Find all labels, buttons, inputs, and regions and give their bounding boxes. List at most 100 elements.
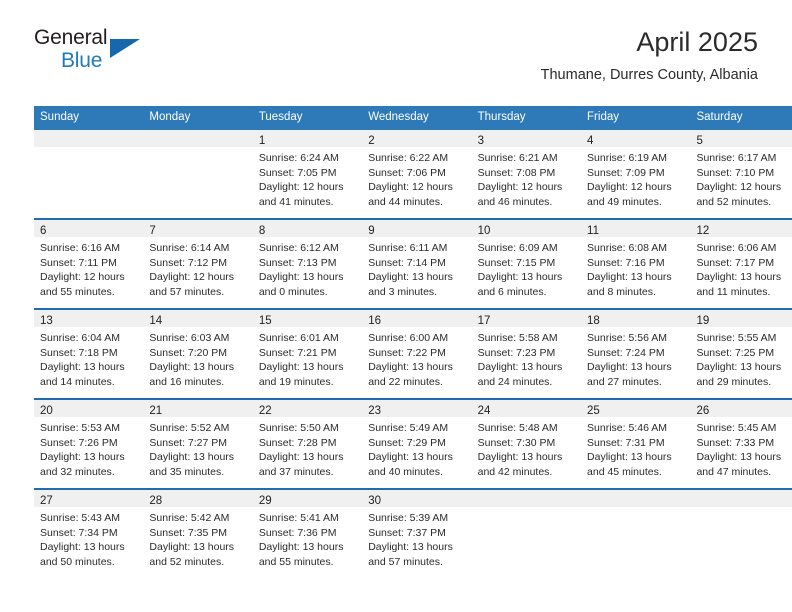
sunrise-text: Sunrise: 5:50 AM: [258, 422, 339, 434]
daylight-text: Daylight: 13 hours: [477, 271, 563, 284]
sunrise-text: Sunrise: 6:17 AM: [696, 152, 777, 164]
calendar-day-cell[interactable]: 30 Sunrise: 5:39 AM Sunset: 7:37 PM Dayligh…: [362, 488, 472, 578]
daylight-text-cont: and 16 minutes.: [149, 375, 225, 388]
calendar-day-cell[interactable]: 12 Sunrise: 6:06 AM Sunset: 7:17 PM Dayligh…: [690, 218, 792, 309]
sunset-text: Sunset: 7:10 PM: [696, 166, 775, 179]
day-number: 23: [368, 405, 382, 417]
day-number-band: [143, 130, 253, 147]
calendar-day-cell: [143, 130, 253, 219]
calendar-day-cell[interactable]: 19 Sunrise: 5:55 AM Sunset: 7:25 PM Dayligh…: [690, 308, 792, 399]
sunset-text: Sunset: 7:33 PM: [696, 436, 775, 449]
day-number: 20: [40, 405, 53, 417]
day-number-band: 7: [143, 220, 253, 237]
sunrise-text: Sunrise: 6:11 AM: [368, 242, 448, 254]
calendar-day-cell[interactable]: 18 Sunrise: 5:56 AM Sunset: 7:24 PM Dayligh…: [581, 308, 691, 399]
calendar-day-cell[interactable]: 1 Sunrise: 6:24 AM Sunset: 7:05 PM Daylight…: [252, 130, 363, 219]
sunset-text: Sunset: 7:11 PM: [40, 256, 117, 269]
daylight-text-cont: and 52 minutes.: [149, 555, 225, 568]
day-number-band: 15: [252, 310, 363, 327]
day-number-band: 8: [252, 220, 363, 237]
day-cell-inner: 20 Sunrise: 5:53 AM Sunset: 7:26 PM Dayligh…: [34, 400, 144, 488]
daylight-text: Daylight: 13 hours: [258, 361, 344, 374]
day-cell-inner: 15 Sunrise: 6:01 AM Sunset: 7:21 PM Dayligh…: [252, 310, 363, 398]
sunrise-text: Sunrise: 5:48 AM: [477, 422, 558, 434]
day-cell-inner: 16 Sunrise: 6:00 AM Sunset: 7:22 PM Dayligh…: [362, 310, 472, 398]
calendar-week-row: 13 Sunrise: 6:04 AM Sunset: 7:18 PM Dayligh…: [34, 308, 792, 399]
weekday-header-tuesday: Tuesday: [252, 106, 363, 130]
calendar-day-cell[interactable]: 23 Sunrise: 5:49 AM Sunset: 7:29 PM Dayligh…: [362, 398, 472, 489]
sunset-text: Sunset: 7:27 PM: [149, 436, 228, 449]
calendar-day-cell[interactable]: 7 Sunrise: 6:14 AM Sunset: 7:12 PM Daylight…: [143, 218, 253, 309]
sunrise-text: Sunrise: 6:04 AM: [40, 332, 120, 344]
calendar-day-cell[interactable]: 25 Sunrise: 5:46 AM Sunset: 7:31 PM Dayligh…: [581, 398, 691, 489]
daylight-text-cont: and 29 minutes.: [696, 375, 772, 388]
calendar-day-cell[interactable]: 5 Sunrise: 6:17 AM Sunset: 7:10 PM Daylight…: [690, 130, 792, 219]
sunset-text: Sunset: 7:22 PM: [368, 346, 446, 359]
daylight-text-cont: and 55 minutes.: [258, 555, 334, 568]
calendar-day-cell[interactable]: 29 Sunrise: 5:41 AM Sunset: 7:36 PM Dayligh…: [252, 488, 363, 578]
daylight-text: Daylight: 12 hours: [368, 181, 453, 194]
day-number-band: 17: [471, 310, 582, 327]
calendar-page: General Blue April 2025 Thumane, Durres …: [0, 0, 792, 612]
day-cell-inner: 21 Sunrise: 5:52 AM Sunset: 7:27 PM Dayligh…: [143, 400, 253, 488]
calendar-day-cell[interactable]: 11 Sunrise: 6:08 AM Sunset: 7:16 PM Dayligh…: [581, 218, 691, 309]
day-cell-inner: 28 Sunrise: 5:42 AM Sunset: 7:35 PM Dayligh…: [143, 490, 253, 578]
day-number: 24: [477, 405, 491, 417]
day-number: 18: [587, 315, 600, 327]
calendar-day-cell[interactable]: 3 Sunrise: 6:21 AM Sunset: 7:08 PM Daylight…: [471, 130, 582, 219]
day-details: Sunrise: 6:21 AM Sunset: 7:08 PM Daylight:…: [472, 147, 581, 209]
sunrise-text: Sunrise: 6:14 AM: [149, 242, 230, 254]
calendar-week-row: 1 Sunrise: 6:24 AM Sunset: 7:05 PM Daylight…: [34, 130, 792, 219]
calendar-day-cell[interactable]: 2 Sunrise: 6:22 AM Sunset: 7:06 PM Daylight…: [362, 130, 472, 219]
sunset-text: Sunset: 7:31 PM: [587, 436, 665, 449]
day-number: 10: [477, 225, 491, 237]
calendar-day-cell[interactable]: 13 Sunrise: 6:04 AM Sunset: 7:18 PM Dayligh…: [34, 308, 144, 399]
calendar-day-cell[interactable]: 15 Sunrise: 6:01 AM Sunset: 7:21 PM Dayligh…: [252, 308, 363, 399]
day-details: Sunrise: 5:42 AM Sunset: 7:35 PM Daylight:…: [143, 507, 252, 569]
calendar-day-cell[interactable]: 26 Sunrise: 5:45 AM Sunset: 7:33 PM Dayligh…: [690, 398, 792, 489]
day-number-band: 10: [471, 220, 582, 237]
daylight-text: Daylight: 13 hours: [587, 361, 672, 374]
daylight-text-cont: and 40 minutes.: [368, 465, 443, 478]
day-details: Sunrise: 5:41 AM Sunset: 7:36 PM Daylight:…: [253, 507, 362, 569]
calendar-grid: Sunday Monday Tuesday Wednesday Thursday…: [34, 106, 792, 578]
sunset-text: Sunset: 7:37 PM: [368, 526, 446, 539]
day-cell-inner: 25 Sunrise: 5:46 AM Sunset: 7:31 PM Dayligh…: [581, 400, 691, 488]
calendar-day-cell[interactable]: 24 Sunrise: 5:48 AM Sunset: 7:30 PM Dayligh…: [471, 398, 582, 489]
logo-text-general: General: [34, 26, 108, 49]
day-number-band: [581, 490, 691, 507]
day-cell-inner: 9 Sunrise: 6:11 AM Sunset: 7:14 PM Daylight…: [362, 220, 472, 308]
daylight-text-cont: and 6 minutes.: [477, 285, 547, 298]
calendar-day-cell[interactable]: 16 Sunrise: 6:00 AM Sunset: 7:22 PM Dayligh…: [362, 308, 472, 399]
calendar-day-cell[interactable]: 17 Sunrise: 5:58 AM Sunset: 7:23 PM Dayligh…: [471, 308, 582, 399]
sunrise-text: Sunrise: 5:52 AM: [149, 422, 230, 434]
day-details: Sunrise: 6:24 AM Sunset: 7:05 PM Daylight:…: [253, 147, 362, 209]
sunrise-text: Sunrise: 6:16 AM: [40, 242, 120, 254]
calendar-day-cell[interactable]: 14 Sunrise: 6:03 AM Sunset: 7:20 PM Dayligh…: [143, 308, 253, 399]
calendar-day-cell[interactable]: 6 Sunrise: 6:16 AM Sunset: 7:11 PM Daylight…: [34, 218, 144, 309]
calendar-day-cell[interactable]: 4 Sunrise: 6:19 AM Sunset: 7:09 PM Daylight…: [581, 130, 691, 219]
calendar-day-cell[interactable]: 10 Sunrise: 6:09 AM Sunset: 7:15 PM Dayligh…: [471, 218, 582, 309]
day-details: Sunrise: 5:43 AM Sunset: 7:34 PM Daylight:…: [34, 507, 143, 569]
day-number-band: [690, 490, 792, 507]
calendar-day-cell[interactable]: 8 Sunrise: 6:12 AM Sunset: 7:13 PM Daylight…: [252, 218, 363, 309]
sunrise-text: Sunrise: 6:06 AM: [696, 242, 777, 254]
daylight-text: Daylight: 13 hours: [40, 541, 125, 554]
day-number-band: [471, 490, 582, 507]
sunrise-text: Sunrise: 5:58 AM: [477, 332, 558, 344]
sunrise-text: Sunrise: 6:19 AM: [587, 152, 667, 164]
calendar-day-cell[interactable]: 21 Sunrise: 5:52 AM Sunset: 7:27 PM Dayligh…: [143, 398, 253, 489]
sunrise-text: Sunrise: 5:46 AM: [587, 422, 667, 434]
calendar-day-cell[interactable]: 28 Sunrise: 5:42 AM Sunset: 7:35 PM Dayligh…: [143, 488, 253, 578]
calendar-day-cell[interactable]: 20 Sunrise: 5:53 AM Sunset: 7:26 PM Dayligh…: [34, 398, 144, 489]
calendar-day-cell[interactable]: 9 Sunrise: 6:11 AM Sunset: 7:14 PM Daylight…: [362, 218, 472, 309]
day-number-band: 25: [581, 400, 691, 417]
day-number: 21: [149, 405, 163, 417]
calendar-day-cell[interactable]: 22 Sunrise: 5:50 AM Sunset: 7:28 PM Dayligh…: [252, 398, 363, 489]
calendar-day-cell[interactable]: 27 Sunrise: 5:43 AM Sunset: 7:34 PM Dayligh…: [34, 488, 144, 578]
day-number-band: [34, 130, 144, 147]
day-details: Sunrise: 5:50 AM Sunset: 7:28 PM Daylight:…: [253, 417, 362, 479]
sunrise-text: Sunrise: 5:39 AM: [368, 512, 449, 524]
day-number-band: 26: [690, 400, 792, 417]
day-number: 3: [477, 135, 485, 147]
